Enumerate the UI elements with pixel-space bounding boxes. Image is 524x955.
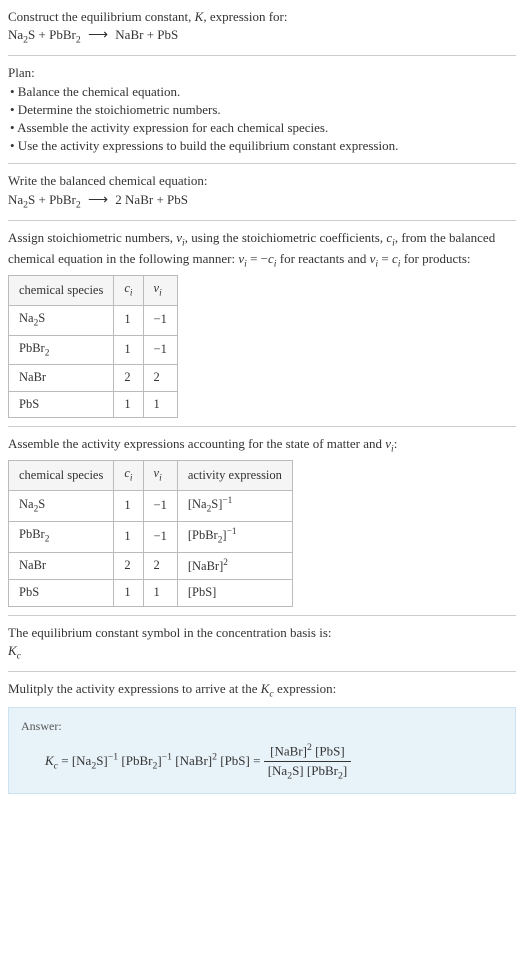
cell: −1 — [143, 335, 177, 365]
cell: Na2S — [9, 305, 114, 335]
table-row: NaBr22 — [9, 365, 178, 392]
denominator: [Na2S] [PbBr2] — [264, 762, 351, 783]
cell: [PbS] — [177, 580, 292, 607]
cell: 1 — [114, 391, 143, 418]
stoich-table: chemical species ci νi Na2S1−1 PbBr21−1 … — [8, 275, 178, 418]
answer-label: Answer: — [21, 718, 503, 735]
title-text: Construct the equilibrium constant, K, e… — [8, 8, 516, 26]
cell: [NaBr]2 — [177, 552, 292, 580]
cell: 2 — [143, 552, 177, 580]
cell: 1 — [114, 305, 143, 335]
balanced-section: Write the balanced chemical equation: Na… — [8, 172, 516, 211]
table-row: NaBr22[NaBr]2 — [9, 552, 293, 580]
cell: 2 — [114, 552, 143, 580]
stoich-assign-section: Assign stoichiometric numbers, νi, using… — [8, 229, 516, 418]
kc-text: The equilibrium constant symbol in the c… — [8, 624, 516, 642]
col-header: νi — [143, 461, 177, 491]
plan-item: • Balance the chemical equation. — [8, 83, 516, 101]
plan-header: Plan: — [8, 64, 516, 82]
divider — [8, 220, 516, 221]
cell: 1 — [143, 580, 177, 607]
plan-item: • Use the activity expressions to build … — [8, 137, 516, 155]
kc-symbol-section: The equilibrium constant symbol in the c… — [8, 624, 516, 663]
kc-symbol: Kc — [8, 642, 516, 663]
col-header: ci — [114, 461, 143, 491]
divider — [8, 426, 516, 427]
col-header: chemical species — [9, 276, 114, 306]
table-row: PbS11 — [9, 391, 178, 418]
table-row: Na2S1−1[Na2S]−1 — [9, 490, 293, 521]
cell: NaBr — [9, 365, 114, 392]
cell: PbBr2 — [9, 521, 114, 552]
cell: 2 — [114, 365, 143, 392]
divider — [8, 615, 516, 616]
problem-statement: Construct the equilibrium constant, K, e… — [8, 8, 516, 47]
unbalanced-equation: Na2S + PbBr2 ⟶ NaBr + PbS — [8, 26, 516, 47]
numerator: [NaBr]2 [PbS] — [264, 741, 351, 762]
cell: 1 — [143, 391, 177, 418]
cell: 1 — [114, 580, 143, 607]
cell: 1 — [114, 335, 143, 365]
assemble-text: Assemble the activity expressions accoun… — [8, 435, 516, 456]
fraction: [NaBr]2 [PbS] [Na2S] [PbBr2] — [264, 741, 351, 783]
assign-text: Assign stoichiometric numbers, νi, using… — [8, 229, 516, 271]
cell: [PbBr2]−1 — [177, 521, 292, 552]
answer-box: Answer: Kc = [Na2S]−1 [PbBr2]−1 [NaBr]2 … — [8, 707, 516, 794]
cell: 1 — [114, 490, 143, 521]
col-header: chemical species — [9, 461, 114, 491]
table-row: PbS11[PbS] — [9, 580, 293, 607]
col-header: νi — [143, 276, 177, 306]
cell: PbS — [9, 580, 114, 607]
cell: 1 — [114, 521, 143, 552]
cell: [Na2S]−1 — [177, 490, 292, 521]
activity-table: chemical species ci νi activity expressi… — [8, 460, 293, 606]
col-header: activity expression — [177, 461, 292, 491]
cell: PbS — [9, 391, 114, 418]
divider — [8, 55, 516, 56]
plan-item: • Determine the stoichiometric numbers. — [8, 101, 516, 119]
plan-item: • Assemble the activity expression for e… — [8, 119, 516, 137]
activity-section: Assemble the activity expressions accoun… — [8, 435, 516, 607]
plan-section: Plan: • Balance the chemical equation. •… — [8, 64, 516, 155]
divider — [8, 671, 516, 672]
multiply-text: Mulitply the activity expressions to arr… — [8, 680, 516, 701]
col-header: ci — [114, 276, 143, 306]
table-row: PbBr21−1 — [9, 335, 178, 365]
balanced-equation: Na2S + PbBr2 ⟶ 2 NaBr + PbS — [8, 191, 516, 212]
cell: −1 — [143, 305, 177, 335]
divider — [8, 163, 516, 164]
table-row: PbBr21−1[PbBr2]−1 — [9, 521, 293, 552]
multiply-section: Mulitply the activity expressions to arr… — [8, 680, 516, 794]
cell: PbBr2 — [9, 335, 114, 365]
cell: −1 — [143, 521, 177, 552]
cell: Na2S — [9, 490, 114, 521]
cell: 2 — [143, 365, 177, 392]
balanced-header: Write the balanced chemical equation: — [8, 172, 516, 190]
cell: −1 — [143, 490, 177, 521]
table-row: Na2S1−1 — [9, 305, 178, 335]
answer-expression: Kc = [Na2S]−1 [PbBr2]−1 [NaBr]2 [PbS] = … — [21, 741, 503, 783]
cell: NaBr — [9, 552, 114, 580]
